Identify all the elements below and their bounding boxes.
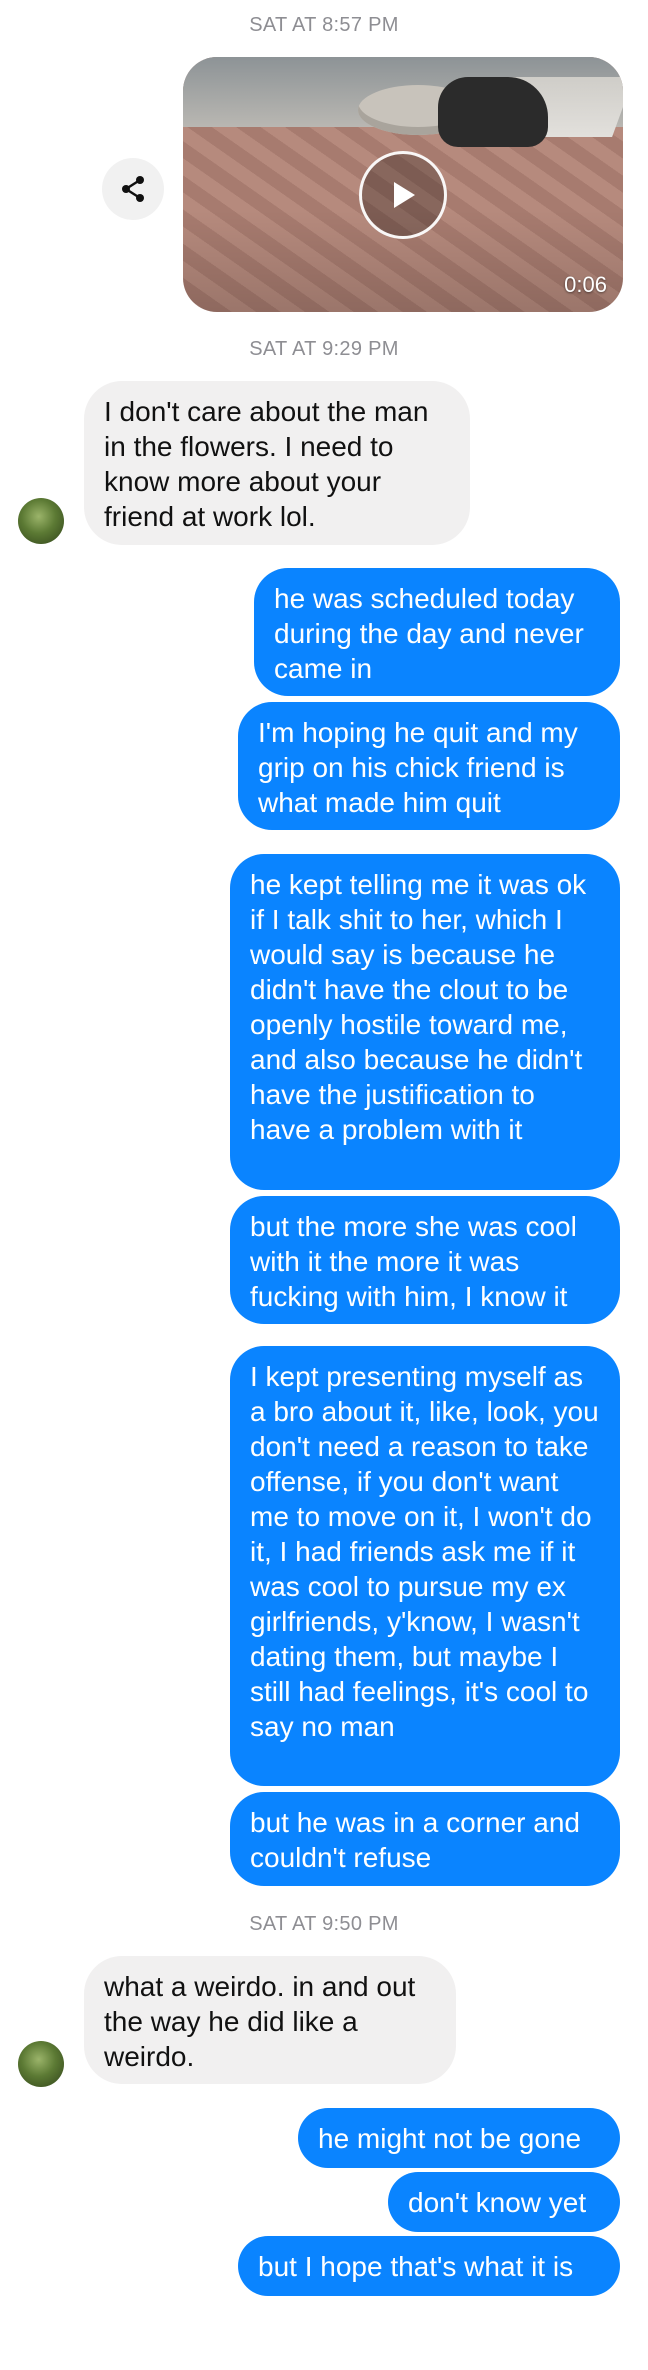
- outgoing-message[interactable]: he was scheduled today during the day an…: [254, 568, 620, 696]
- play-icon: [394, 182, 415, 208]
- outgoing-message[interactable]: but I hope that's what it is: [238, 2236, 620, 2296]
- video-attachment[interactable]: 0:06: [183, 57, 623, 312]
- outgoing-message[interactable]: he kept telling me it was ok if I talk s…: [230, 854, 620, 1190]
- avatar[interactable]: [18, 2041, 64, 2087]
- incoming-message[interactable]: I don't care about the man in the flower…: [84, 381, 470, 545]
- video-duration: 0:06: [564, 272, 607, 297]
- timestamp: SAT AT 9:29 PM: [249, 338, 399, 360]
- video-thumbnail-person: [438, 77, 548, 147]
- incoming-message[interactable]: what a weirdo. in and out the way he did…: [84, 1956, 456, 2084]
- timestamp: SAT AT 9:50 PM: [249, 1913, 399, 1935]
- outgoing-message[interactable]: but the more she was cool with it the mo…: [230, 1196, 620, 1324]
- outgoing-message[interactable]: he might not be gone: [298, 2108, 620, 2168]
- play-button[interactable]: [359, 151, 447, 239]
- avatar[interactable]: [18, 498, 64, 544]
- timestamp: SAT AT 8:57 PM: [249, 14, 399, 36]
- share-icon: [122, 176, 144, 202]
- outgoing-message[interactable]: I kept presenting myself as a bro about …: [230, 1346, 620, 1786]
- outgoing-message[interactable]: I'm hoping he quit and my grip on his ch…: [238, 702, 620, 830]
- outgoing-message[interactable]: but he was in a corner and couldn't refu…: [230, 1792, 620, 1886]
- share-button[interactable]: [102, 158, 164, 220]
- outgoing-message[interactable]: don't know yet: [388, 2172, 620, 2232]
